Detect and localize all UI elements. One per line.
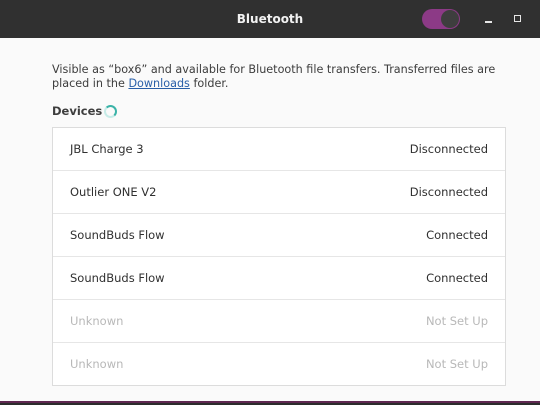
maximize-button[interactable]	[507, 8, 529, 30]
device-status: Connected	[426, 228, 488, 242]
device-name: JBL Charge 3	[70, 142, 144, 156]
downloads-link[interactable]: Downloads	[128, 77, 189, 90]
device-name: Unknown	[70, 314, 124, 328]
minimize-icon	[485, 21, 492, 23]
device-row[interactable]: SoundBuds Flow Connected	[53, 214, 505, 257]
window-bottom-edge	[0, 401, 540, 403]
bluetooth-toggle[interactable]	[422, 9, 460, 29]
device-name: SoundBuds Flow	[70, 271, 165, 285]
description-prefix: Visible as “box6” and available for Blue…	[52, 63, 496, 90]
visibility-description: Visible as “box6” and available for Blue…	[52, 63, 522, 91]
device-status: Connected	[426, 271, 488, 285]
device-status: Not Set Up	[425, 357, 488, 371]
device-name: SoundBuds Flow	[70, 228, 165, 242]
device-row[interactable]: Unknown Not Set Up	[53, 343, 505, 385]
device-status: Disconnected	[409, 185, 488, 199]
maximize-icon	[514, 15, 521, 22]
toggle-knob	[441, 10, 459, 28]
devices-heading: Devices	[52, 104, 103, 118]
minimize-button[interactable]	[479, 8, 501, 30]
device-row[interactable]: JBL Charge 3 Disconnected	[53, 128, 505, 171]
device-name: Outlier ONE V2	[70, 185, 157, 199]
titlebar: Bluetooth	[0, 0, 540, 38]
device-row[interactable]: Unknown Not Set Up	[53, 300, 505, 343]
device-status: Disconnected	[409, 142, 488, 156]
devices-list: JBL Charge 3 Disconnected Outlier ONE V2…	[52, 127, 506, 386]
bluetooth-settings-window: Bluetooth Visible as “box6” and availabl…	[0, 0, 540, 403]
description-suffix: folder.	[189, 77, 229, 90]
device-status: Not Set Up	[425, 314, 488, 328]
loading-spinner-icon	[104, 105, 117, 118]
device-row[interactable]: SoundBuds Flow Connected	[53, 257, 505, 300]
device-row[interactable]: Outlier ONE V2 Disconnected	[53, 171, 505, 214]
device-name: Unknown	[70, 357, 124, 371]
